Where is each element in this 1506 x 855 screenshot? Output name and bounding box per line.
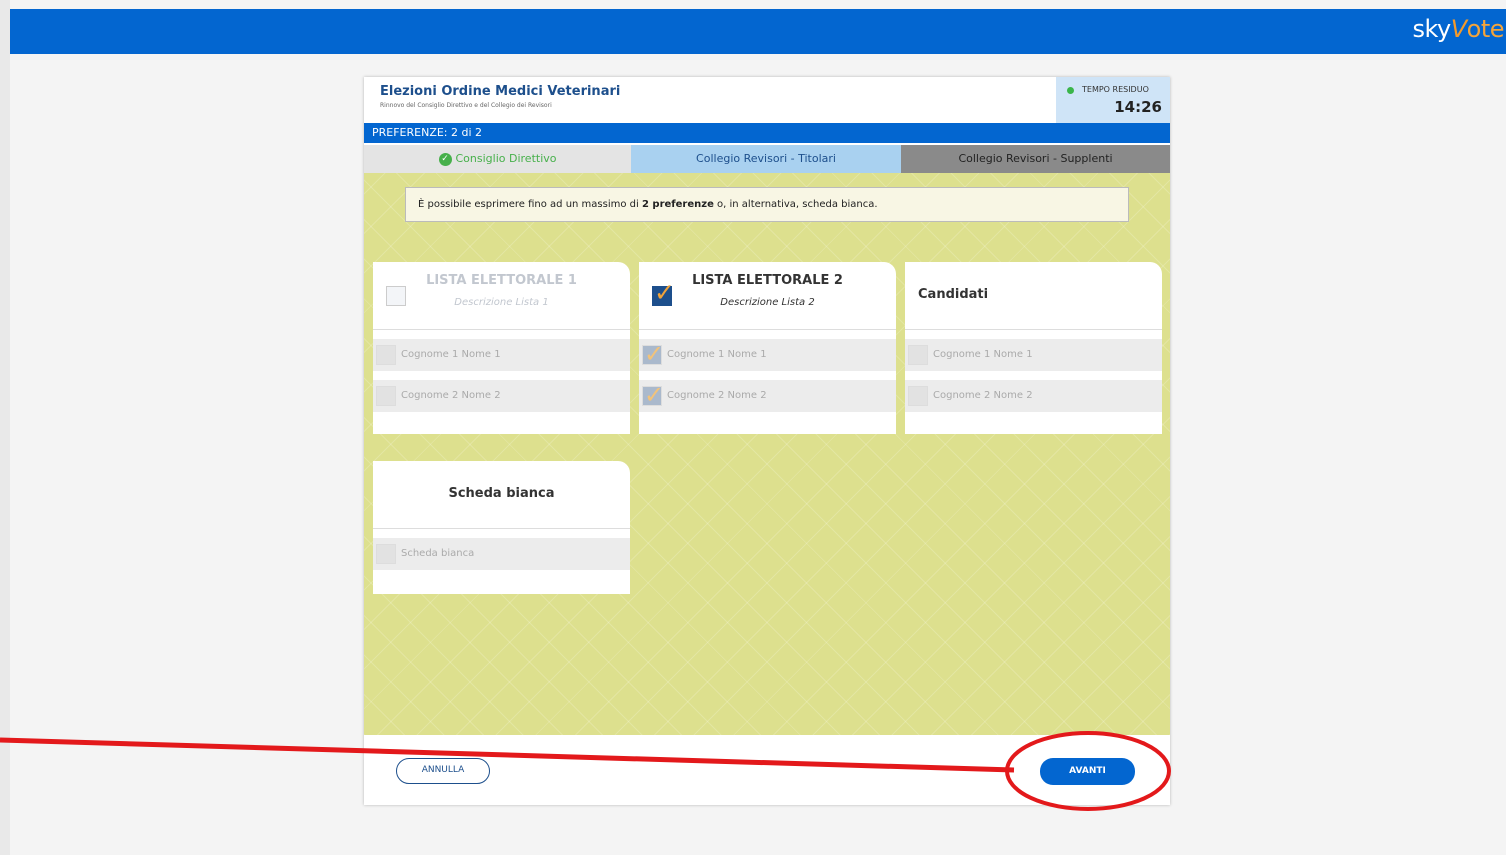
preferences-bar: PREFERENZE: 2 di 2 — [364, 123, 1170, 143]
tab-collegio-revisori-supplenti[interactable]: Collegio Revisori - Supplenti — [901, 145, 1170, 173]
tab-label: Collegio Revisori - Supplenti — [958, 152, 1113, 165]
checkmark-icon: ✓ — [644, 340, 665, 368]
blank-ballot-label: Scheda bianca — [401, 548, 475, 559]
blank-ballot-card: Scheda bianca Scheda bianca — [373, 461, 630, 594]
candidate-checkbox[interactable]: ✓ — [642, 340, 664, 368]
list-card-2: ✓ LISTA ELETTORALE 2 Descrizione Lista 2… — [639, 262, 896, 434]
candidate-row[interactable]: Cognome 1 Nome 1 — [905, 339, 1162, 371]
card-header: ✓ LISTA ELETTORALE 2 Descrizione Lista 2 — [639, 262, 896, 330]
cancel-button[interactable]: ANNULLA — [396, 758, 490, 784]
tab-label: Collegio Revisori - Titolari — [696, 152, 836, 165]
footer-bar: ANNULLA AVANTI — [364, 735, 1170, 805]
candidate-checkbox[interactable] — [908, 345, 928, 365]
candidate-name: Cognome 2 Nome 2 — [401, 390, 501, 401]
top-bar: skyVote — [10, 9, 1506, 54]
card-description: Descrizione Lista 2 — [720, 297, 815, 308]
voting-panel: Elezioni Ordine Medici Veterinari Rinnov… — [364, 77, 1170, 805]
card-header: LISTA ELETTORALE 1 Descrizione Lista 1 — [373, 262, 630, 330]
notice-text: È possibile esprimere fino ad un massimo… — [418, 199, 642, 210]
notice-text-end: o, in alternativa, scheda bianca. — [713, 199, 878, 210]
card-title: Scheda bianca — [448, 486, 555, 501]
card-title: LISTA ELETTORALE 1 — [426, 273, 577, 288]
candidate-row[interactable]: ✓ Cognome 2 Nome 2 — [639, 380, 896, 412]
candidate-checkbox[interactable] — [908, 386, 928, 406]
notice-bold: 2 preferenze — [641, 199, 714, 210]
instruction-notice: È possibile esprimere fino ad un massimo… — [405, 187, 1129, 222]
candidate-row[interactable]: ✓ Cognome 1 Nome 1 — [639, 339, 896, 371]
candidates-card: Candidati Cognome 1 Nome 1 Cognome 2 Nom… — [905, 262, 1162, 434]
tab-consiglio-direttivo[interactable]: ✓ Consiglio Direttivo — [364, 145, 631, 173]
tab-label: Consiglio Direttivo — [455, 152, 557, 165]
timer-value: 14:26 — [1114, 98, 1162, 116]
candidate-name: Cognome 2 Nome 2 — [667, 390, 767, 401]
timer-box: TEMPO RESIDUO 14:26 — [1056, 77, 1170, 123]
card-title: LISTA ELETTORALE 2 — [692, 273, 843, 288]
candidate-checkbox[interactable] — [376, 345, 396, 365]
tab-collegio-revisori-titolari[interactable]: Collegio Revisori - Titolari — [631, 145, 901, 173]
skyvote-logo: skyVote — [1412, 15, 1504, 43]
ballot-area: È possibile esprimere fino ad un massimo… — [364, 173, 1170, 735]
top-strip — [0, 0, 1506, 9]
card-header: Scheda bianca — [373, 461, 630, 529]
tab-bar: ✓ Consiglio Direttivo Collegio Revisori -… — [364, 145, 1170, 173]
candidate-name: Cognome 1 Nome 1 — [667, 349, 767, 360]
candidate-checkbox[interactable] — [376, 386, 396, 406]
check-circle-icon: ✓ — [438, 152, 452, 166]
list-card-1: LISTA ELETTORALE 1 Descrizione Lista 1 C… — [373, 262, 630, 434]
checkmark-icon: ✓ — [644, 381, 665, 409]
left-strip — [0, 0, 10, 855]
blank-ballot-checkbox[interactable] — [376, 544, 396, 564]
timer-label: TEMPO RESIDUO — [1082, 85, 1149, 94]
next-button[interactable]: AVANTI — [1040, 758, 1135, 785]
card-title: Candidati — [918, 287, 989, 302]
candidate-checkbox[interactable]: ✓ — [642, 381, 664, 409]
candidate-row[interactable]: Cognome 2 Nome 2 — [905, 380, 1162, 412]
election-subtitle: Rinnovo del Consiglio Direttivo e del Co… — [380, 102, 552, 109]
blank-ballot-row[interactable]: Scheda bianca — [373, 538, 630, 570]
candidate-row[interactable]: Cognome 1 Nome 1 — [373, 339, 630, 371]
candidate-name: Cognome 1 Nome 1 — [933, 349, 1033, 360]
candidate-name: Cognome 2 Nome 2 — [933, 390, 1033, 401]
status-dot-icon — [1067, 87, 1074, 94]
card-description: Descrizione Lista 1 — [454, 297, 549, 308]
election-title: Elezioni Ordine Medici Veterinari — [380, 84, 621, 99]
candidate-row[interactable]: Cognome 2 Nome 2 — [373, 380, 630, 412]
candidate-name: Cognome 1 Nome 1 — [401, 349, 501, 360]
card-header: Candidati — [905, 262, 1162, 330]
